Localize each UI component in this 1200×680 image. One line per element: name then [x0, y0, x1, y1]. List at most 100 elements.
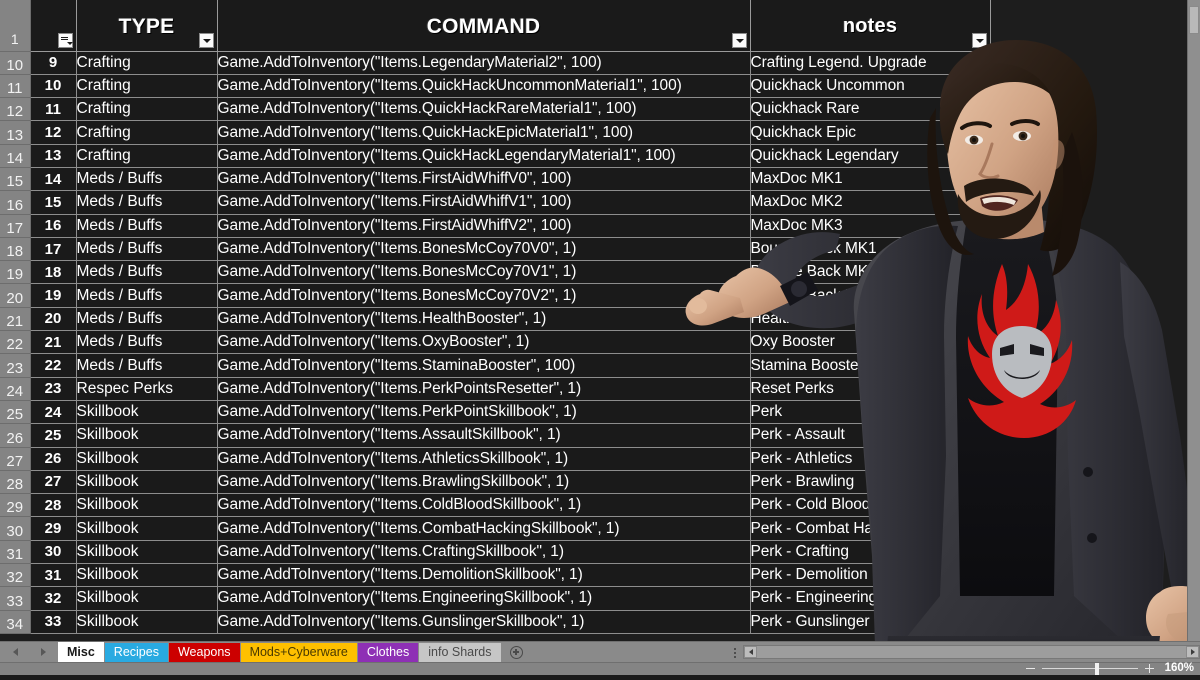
cell-notes[interactable]: MaxDoc MK2: [750, 191, 990, 214]
table-row[interactable]: 2221Meds / BuffsGame.AddToInventory("Ite…: [0, 331, 1190, 354]
table-row[interactable]: 1413CraftingGame.AddToInventory("Items.Q…: [0, 144, 1190, 167]
row-header[interactable]: 33: [0, 587, 30, 610]
cell-type[interactable]: Skillbook: [76, 587, 217, 610]
row-header[interactable]: 28: [0, 470, 30, 493]
scroll-right-icon[interactable]: [1186, 646, 1199, 658]
spreadsheet-grid[interactable]: 1TYPECOMMANDnotes109CraftingGame.AddToIn…: [0, 0, 1200, 641]
cell-empty[interactable]: [990, 307, 1190, 330]
cell-notes[interactable]: Bounce Back MK1: [750, 237, 990, 260]
row-header[interactable]: 15: [0, 167, 30, 190]
cell-type[interactable]: Crafting: [76, 74, 217, 97]
cell-command[interactable]: Game.AddToInventory("Items.QuickHackEpic…: [217, 121, 750, 144]
filter-dropdown-command-icon[interactable]: [732, 33, 747, 48]
cell-empty[interactable]: [990, 447, 1190, 470]
cell-command[interactable]: Game.AddToInventory("Items.GunslingerSki…: [217, 610, 750, 633]
cell-type[interactable]: Crafting: [76, 51, 217, 74]
row-header[interactable]: 30: [0, 517, 30, 540]
cell-command[interactable]: Game.AddToInventory("Items.QuickHackUnco…: [217, 74, 750, 97]
row-header[interactable]: 31: [0, 540, 30, 563]
cell-type[interactable]: Meds / Buffs: [76, 214, 217, 237]
filter-dropdown-a-icon[interactable]: [58, 33, 73, 48]
horizontal-scrollbar-track[interactable]: [743, 645, 1200, 659]
table-row[interactable]: 1514Meds / BuffsGame.AddToInventory("Ite…: [0, 167, 1190, 190]
cell-type[interactable]: Meds / Buffs: [76, 237, 217, 260]
row-header[interactable]: 11: [0, 74, 30, 97]
cell-notes[interactable]: Perk - Brawling: [750, 470, 990, 493]
cell-notes[interactable]: Perk - Athletics: [750, 447, 990, 470]
cell-type[interactable]: Meds / Buffs: [76, 307, 217, 330]
zoom-slider-knob[interactable]: [1095, 663, 1099, 675]
column-header-command[interactable]: COMMAND: [217, 0, 750, 51]
cell-notes[interactable]: Oxy Booster: [750, 331, 990, 354]
table-row[interactable]: 3433SkillbookGame.AddToInventory("Items.…: [0, 610, 1190, 633]
cell-notes[interactable]: Perk - Cold Blood: [750, 494, 990, 517]
cell-index[interactable]: 14: [30, 167, 76, 190]
row-header[interactable]: 10: [0, 51, 30, 74]
row-header[interactable]: 32: [0, 564, 30, 587]
cell-command[interactable]: Game.AddToInventory("Items.FirstAidWhiff…: [217, 214, 750, 237]
cell-command[interactable]: Game.AddToInventory("Items.OxyBooster", …: [217, 331, 750, 354]
cell-command[interactable]: Game.AddToInventory("Items.StaminaBooste…: [217, 354, 750, 377]
split-grip-icon[interactable]: [730, 646, 740, 659]
table-row[interactable]: 2625SkillbookGame.AddToInventory("Items.…: [0, 424, 1190, 447]
table-row[interactable]: 2524SkillbookGame.AddToInventory("Items.…: [0, 400, 1190, 423]
cell-notes[interactable]: Quickhack Legendary: [750, 144, 990, 167]
table-row[interactable]: 2423Respec PerksGame.AddToInventory("Ite…: [0, 377, 1190, 400]
cell-empty[interactable]: [990, 144, 1190, 167]
cell-command[interactable]: Game.AddToInventory("Items.BonesMcCoy70V…: [217, 237, 750, 260]
cell-command[interactable]: Game.AddToInventory("Items.QuickHackRare…: [217, 98, 750, 121]
row-header[interactable]: 22: [0, 331, 30, 354]
cell-notes[interactable]: Quickhack Epic: [750, 121, 990, 144]
cell-empty[interactable]: [990, 354, 1190, 377]
cell-index[interactable]: 29: [30, 517, 76, 540]
cell-type[interactable]: Crafting: [76, 98, 217, 121]
row-header[interactable]: 26: [0, 424, 30, 447]
zoom-slider[interactable]: [1042, 662, 1138, 675]
cell-type[interactable]: Skillbook: [76, 540, 217, 563]
cell-index[interactable]: 23: [30, 377, 76, 400]
table-row[interactable]: 1817Meds / BuffsGame.AddToInventory("Ite…: [0, 237, 1190, 260]
sheet-tab-weapons[interactable]: Weapons: [169, 643, 240, 662]
cell-index[interactable]: 30: [30, 540, 76, 563]
cell-command[interactable]: Game.AddToInventory("Items.FirstAidWhiff…: [217, 191, 750, 214]
cell-empty[interactable]: [990, 494, 1190, 517]
table-row[interactable]: 2726SkillbookGame.AddToInventory("Items.…: [0, 447, 1190, 470]
add-sheet-button[interactable]: [502, 642, 532, 663]
table-row[interactable]: 1211CraftingGame.AddToInventory("Items.Q…: [0, 98, 1190, 121]
row-header[interactable]: 23: [0, 354, 30, 377]
cell-empty[interactable]: [990, 98, 1190, 121]
cell-notes[interactable]: Perk - Engineering: [750, 587, 990, 610]
cell-empty[interactable]: [990, 424, 1190, 447]
cell-notes[interactable]: Perk - Demolition: [750, 564, 990, 587]
row-header[interactable]: 16: [0, 191, 30, 214]
cell-index[interactable]: 15: [30, 191, 76, 214]
cell-type[interactable]: Crafting: [76, 144, 217, 167]
row-header[interactable]: 17: [0, 214, 30, 237]
cell-notes[interactable]: Quickhack Uncommon: [750, 74, 990, 97]
cell-empty[interactable]: [990, 610, 1190, 633]
row-header-1[interactable]: 1: [0, 0, 30, 51]
cell-command[interactable]: Game.AddToInventory("Items.CombatHacking…: [217, 517, 750, 540]
sheet-tab-clothes[interactable]: Clothes: [358, 643, 418, 662]
cell-index[interactable]: 20: [30, 307, 76, 330]
cell-notes[interactable]: Bounce Back MK3: [750, 284, 990, 307]
column-header-notes[interactable]: notes: [750, 0, 990, 51]
cell-type[interactable]: Meds / Buffs: [76, 191, 217, 214]
cell-type[interactable]: Skillbook: [76, 517, 217, 540]
cell-notes[interactable]: MaxDoc MK3: [750, 214, 990, 237]
cell-index[interactable]: 18: [30, 261, 76, 284]
cell-type[interactable]: Meds / Buffs: [76, 331, 217, 354]
table-row[interactable]: 3029SkillbookGame.AddToInventory("Items.…: [0, 517, 1190, 540]
cell-empty[interactable]: [990, 214, 1190, 237]
cell-command[interactable]: Game.AddToInventory("Items.BonesMcCoy70V…: [217, 284, 750, 307]
cell-type[interactable]: Respec Perks: [76, 377, 217, 400]
cell-index[interactable]: 13: [30, 144, 76, 167]
row-header[interactable]: 12: [0, 98, 30, 121]
cell-command[interactable]: Game.AddToInventory("Items.FirstAidWhiff…: [217, 167, 750, 190]
cell-index[interactable]: 16: [30, 214, 76, 237]
cell-type[interactable]: Skillbook: [76, 424, 217, 447]
cell-empty[interactable]: [990, 564, 1190, 587]
cell-notes[interactable]: MaxDoc MK1: [750, 167, 990, 190]
cell-notes[interactable]: Bounce Back MK2: [750, 261, 990, 284]
cell-command[interactable]: Game.AddToInventory("Items.AthleticsSkil…: [217, 447, 750, 470]
